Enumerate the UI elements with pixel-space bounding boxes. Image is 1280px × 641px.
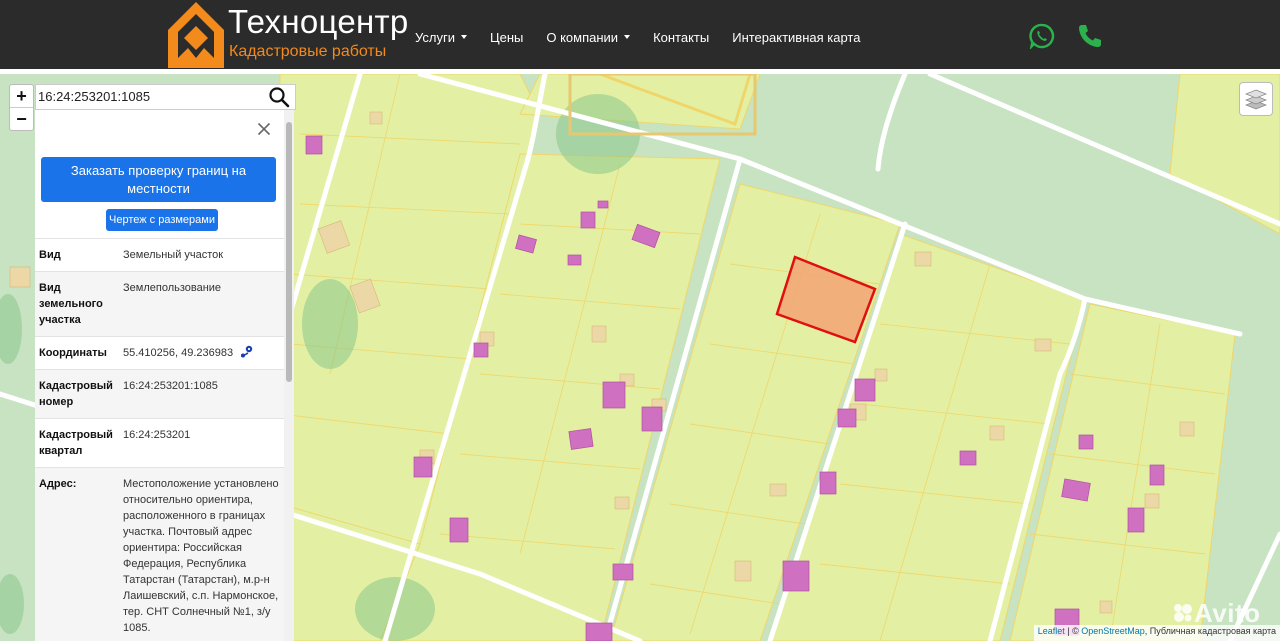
table-row: Кадастровый квартал 16:24:253201 bbox=[35, 418, 284, 467]
main-nav: Услуги Цены О компании Контакты Интеракт… bbox=[415, 27, 883, 47]
phone-icon[interactable] bbox=[1077, 23, 1103, 49]
map-pin-icon[interactable] bbox=[240, 345, 254, 358]
whatsapp-icon[interactable] bbox=[1029, 23, 1055, 49]
row-key: Кадастровый квартал bbox=[39, 429, 113, 457]
map-attribution: Leaflet | © OpenStreetMap, Публичная кад… bbox=[1033, 625, 1280, 641]
top-navbar: Техноцентр Кадастровые работы Услуги Цен… bbox=[0, 0, 1280, 69]
row-value: Земельный участок bbox=[123, 249, 224, 261]
scrollbar-thumb[interactable] bbox=[286, 122, 292, 382]
brand-subtitle: Кадастровые работы bbox=[229, 43, 387, 60]
layers-button[interactable] bbox=[1239, 82, 1273, 116]
table-row: Вид земельного участка Землепользование bbox=[35, 271, 284, 336]
osm-link[interactable]: OpenStreetMap bbox=[1081, 626, 1145, 636]
search-icon[interactable] bbox=[268, 86, 290, 108]
caret-down-icon bbox=[460, 35, 467, 39]
caret-down-icon bbox=[624, 35, 631, 39]
row-key: Адрес: bbox=[39, 478, 77, 490]
row-value: 16:24:253201 bbox=[123, 429, 191, 441]
leaflet-link[interactable]: Leaflet bbox=[1038, 626, 1065, 636]
table-row: Кадастровый номер 16:24:253201:1085 bbox=[35, 369, 284, 418]
row-key: Кадастровый номер bbox=[39, 380, 113, 408]
panel-scrollbar[interactable] bbox=[284, 110, 294, 641]
zoom-out-button[interactable]: − bbox=[10, 107, 33, 130]
table-row: Вид Земельный участок bbox=[35, 238, 284, 271]
logo-icon[interactable] bbox=[168, 2, 224, 68]
layers-icon bbox=[1245, 89, 1267, 110]
table-row: Адрес: Местоположение установлено относи… bbox=[35, 467, 284, 641]
row-key: Вид bbox=[39, 249, 61, 261]
nav-item-services[interactable]: Услуги bbox=[415, 30, 467, 45]
row-key: Координаты bbox=[39, 347, 107, 359]
row-value: Местоположение установлено относительно … bbox=[123, 478, 279, 634]
close-icon[interactable] bbox=[257, 122, 271, 136]
search-input[interactable] bbox=[38, 87, 260, 105]
row-value: 55.410256, 49.236983 bbox=[123, 345, 280, 361]
nav-item-contacts[interactable]: Контакты bbox=[653, 30, 709, 45]
avito-logo-icon bbox=[1174, 604, 1192, 622]
zoom-in-button[interactable]: + bbox=[10, 85, 33, 107]
nav-item-prices[interactable]: Цены bbox=[490, 30, 523, 45]
cadastral-search bbox=[35, 84, 296, 110]
table-row: Координаты 55.410256, 49.236983 bbox=[35, 336, 284, 369]
row-value: 16:24:253201:1085 bbox=[123, 380, 218, 392]
row-key: Вид земельного участка bbox=[39, 282, 103, 326]
order-boundary-check-button[interactable]: Заказать проверку границ на местности bbox=[41, 157, 276, 202]
coordinates-value: 55.410256, 49.236983 bbox=[123, 347, 234, 359]
info-panel: Заказать проверку границ на местности Че… bbox=[35, 110, 294, 641]
row-value: Землепользование bbox=[123, 282, 222, 294]
zoom-control: + − bbox=[9, 84, 34, 131]
property-table: Вид Земельный участок Вид земельного уча… bbox=[35, 238, 284, 641]
nav-item-interactive-map[interactable]: Интерактивная карта bbox=[732, 30, 860, 45]
nav-item-about[interactable]: О компании bbox=[546, 30, 631, 45]
brand-title[interactable]: Техноцентр bbox=[228, 3, 409, 41]
drawing-with-dimensions-button[interactable]: Чертеж с размерами bbox=[106, 209, 218, 231]
